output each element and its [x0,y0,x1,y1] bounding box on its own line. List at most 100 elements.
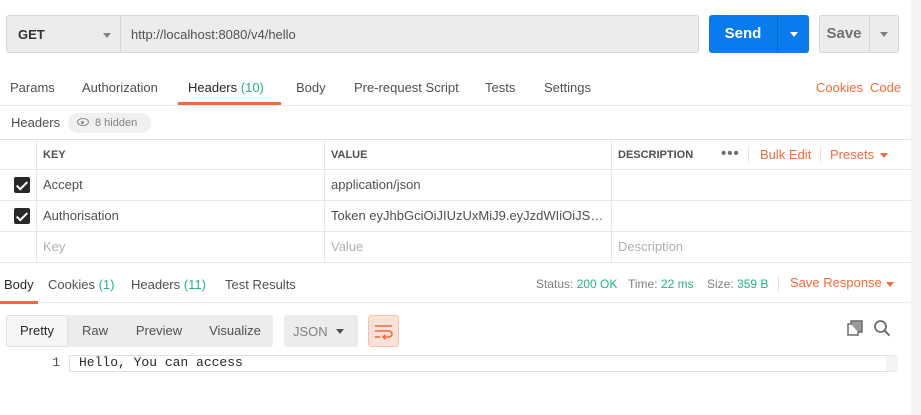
row-checkbox-cell [0,232,37,262]
row-checkbox-cell [0,170,37,200]
wrap-lines-button[interactable] [368,315,399,347]
presets-label: Presets [830,147,875,162]
chevron-down-icon [790,32,798,37]
tab-label: Headers [188,80,238,95]
mode-visualize[interactable]: Visualize [200,315,270,347]
table-row: Authorisation Token eyJhbGciOiJIUzUxMiJ9… [0,201,918,232]
divider [820,147,821,163]
description-placeholder[interactable]: Description [612,232,918,262]
copy-icon[interactable] [847,320,863,336]
tab-label: Body [4,277,34,292]
response-body-toolbar: Pretty Raw Preview Visualize JSON [0,303,921,353]
hidden-headers-toggle[interactable]: 8 hidden [68,113,151,133]
tab-count: (11) [183,277,206,292]
checkbox-checked-icon[interactable] [14,208,30,224]
time-info[interactable]: Time: 22 ms [628,266,694,303]
tab-label: Tests [485,80,516,95]
tab-body[interactable]: Body [296,70,326,105]
new-header-row: Key Value Description [0,232,918,263]
view-mode-selector: Pretty Raw Preview Visualize [6,315,273,347]
send-button[interactable]: Send [709,15,809,53]
tab-label: Headers [131,277,181,292]
tab-label: Settings [544,80,591,95]
tab-label: Test Results [225,277,296,292]
chevron-down-icon [103,33,111,38]
header-value-cell[interactable]: Token eyJhbGciOiJIUzUxMiJ9.eyJzdWIiOiJSY… [325,201,612,231]
time-label: Time: [628,277,658,291]
response-tabs: Body Cookies (1) Headers (11) Test Resul… [0,266,921,304]
chevron-down-icon [880,153,888,158]
tab-response-body[interactable]: Body [0,266,38,304]
send-label: Send [724,25,762,42]
column-header-value: VALUE [325,140,612,169]
line-number: 1 [52,355,60,370]
request-bar: GET Send Save [0,0,921,64]
tab-pre-request-script[interactable]: Pre-request Script [354,70,459,105]
tab-tests[interactable]: Tests [485,70,515,105]
tab-test-results[interactable]: Test Results [225,266,296,303]
search-icon[interactable] [873,319,891,337]
tab-settings[interactable]: Settings [544,70,591,105]
request-tabs: Params Authorization Headers (10) Body P… [0,70,921,106]
mode-pretty[interactable]: Pretty [6,315,68,347]
checkbox-column-header [0,140,37,169]
value-placeholder[interactable]: Value [325,232,612,262]
tab-response-headers[interactable]: Headers (11) [131,266,206,303]
header-description-cell[interactable] [612,170,918,200]
code-link[interactable]: Code [870,80,901,95]
scrollbar[interactable] [911,0,921,415]
save-button[interactable]: Save [819,15,899,53]
tab-count: (10) [240,80,264,95]
method-select[interactable]: GET [6,15,121,53]
save-response-label: Save Response [790,275,882,290]
url-input[interactable] [131,16,691,52]
checkbox-checked-icon[interactable] [14,177,30,193]
header-value-cell[interactable]: application/json [325,170,612,200]
response-body-text[interactable]: Hello, You can access [79,355,243,370]
tab-params[interactable]: Params [10,70,55,105]
size-value: 359 B [737,277,769,291]
send-options-button[interactable] [778,15,809,53]
headers-section-title: Headers [11,115,61,130]
save-response-button[interactable]: Save Response [790,266,894,300]
size-label: Size: [707,277,734,291]
header-description-cell[interactable] [612,201,918,231]
presets-dropdown[interactable]: Presets [830,140,888,170]
format-label: JSON [293,324,328,339]
tab-label: Body [296,80,326,95]
save-label: Save [826,25,862,42]
format-select[interactable]: JSON [284,315,358,347]
active-tab-underline [178,102,281,105]
tab-headers[interactable]: Headers (10) [178,70,281,105]
chevron-down-icon [880,32,888,37]
status-label: Status: [536,277,574,291]
cookies-link[interactable]: Cookies [816,80,863,95]
tab-response-cookies[interactable]: Cookies (1) [48,266,114,303]
headers-section-bar: Headers 8 hidden [0,106,921,139]
tab-label: Cookies [48,277,95,292]
key-placeholder[interactable]: Key [37,232,325,262]
bulk-edit-link[interactable]: Bulk Edit [760,140,811,170]
row-checkbox-cell [0,201,37,231]
tab-authorization[interactable]: Authorization [82,70,158,105]
response-body-editor[interactable]: 1 Hello, You can access [0,353,921,415]
header-key-cell[interactable]: Accept [37,170,325,200]
table-row: Accept application/json [0,170,918,201]
chevron-down-icon [336,329,344,334]
more-dots-icon[interactable]: ••• [721,140,740,168]
tab-label: Params [10,80,55,95]
method-label: GET [18,27,45,42]
status-info[interactable]: Status: 200 OK [536,266,617,303]
wrap-lines-icon [375,325,393,340]
status-value: 200 OK [576,277,618,291]
chevron-down-icon [886,282,894,287]
tab-count: (1) [98,277,115,292]
size-info[interactable]: Size: 359 B [707,266,768,303]
url-field[interactable] [121,15,699,53]
save-options-button[interactable] [870,16,898,52]
table-header-row: KEY VALUE DESCRIPTION ••• Bulk Edit Pres… [0,140,918,170]
header-key-cell[interactable]: Authorisation [37,201,325,231]
tab-label: Authorization [82,80,158,95]
mode-raw[interactable]: Raw [72,315,118,347]
mode-preview[interactable]: Preview [130,315,188,347]
